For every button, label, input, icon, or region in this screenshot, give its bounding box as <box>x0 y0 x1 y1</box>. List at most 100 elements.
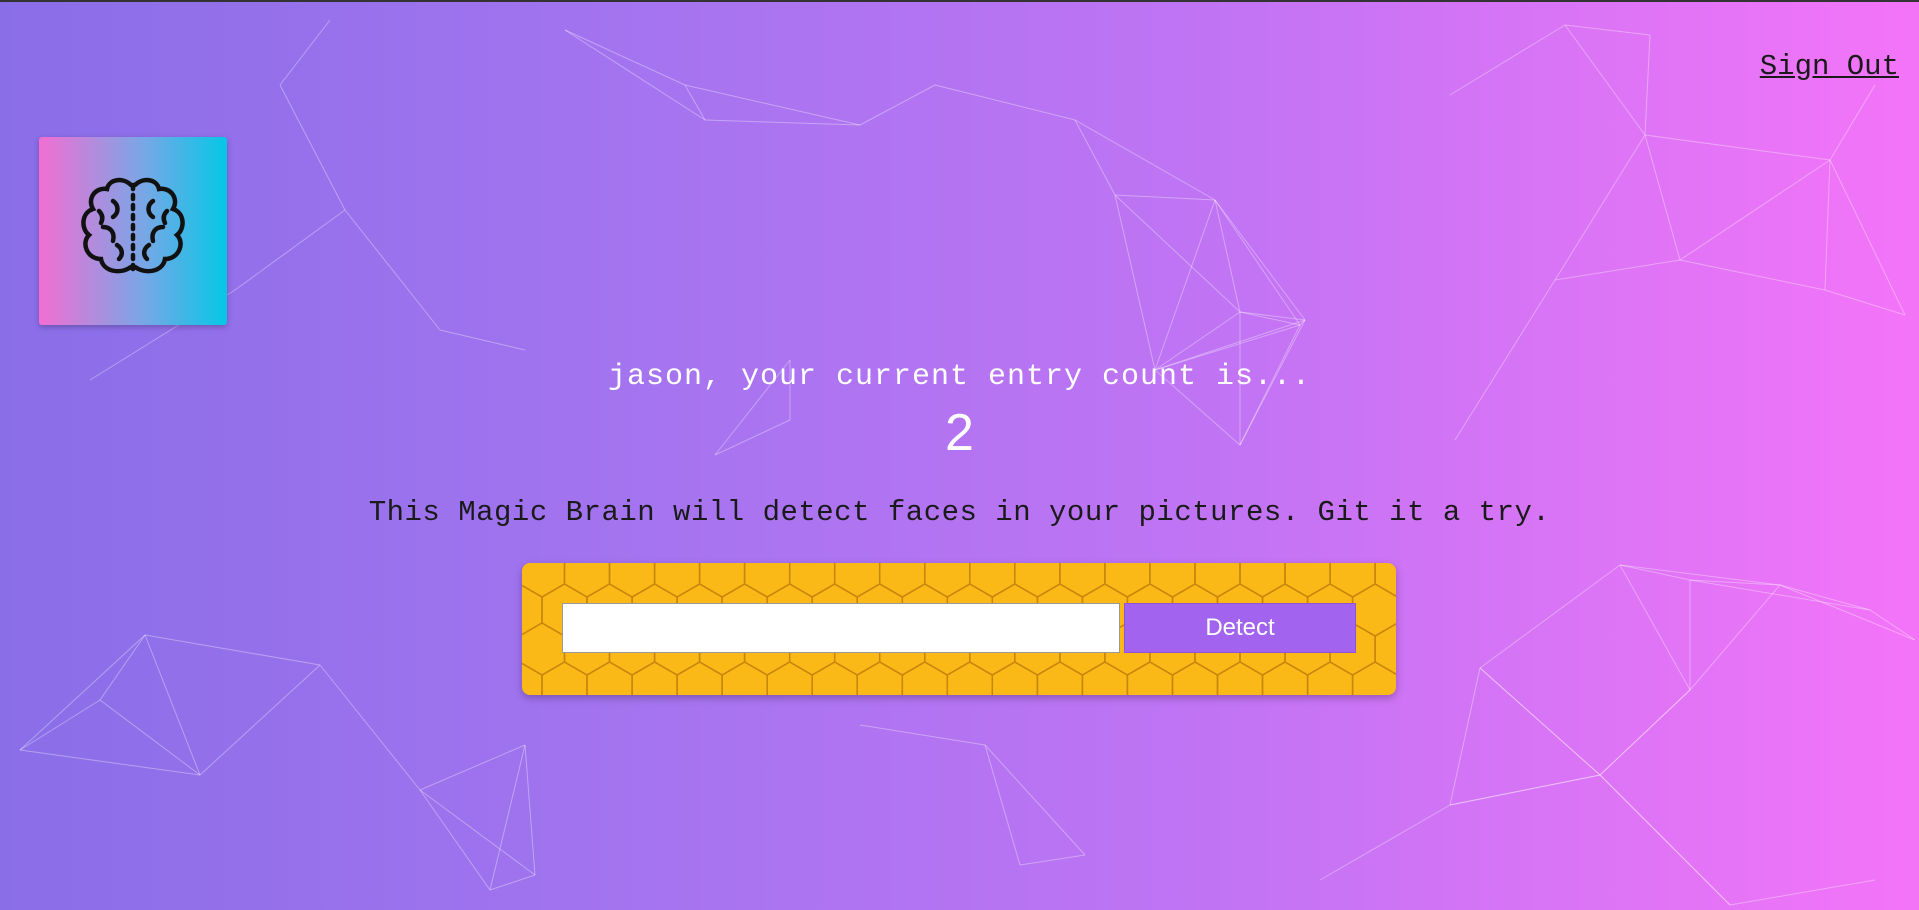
hexagon-cell <box>676 661 723 695</box>
particle-link <box>419 789 491 891</box>
particle-link <box>934 84 1076 121</box>
particle-link <box>1554 134 1646 281</box>
particle-link <box>1449 774 1601 806</box>
particle-link <box>19 699 101 751</box>
particle-link <box>704 119 861 126</box>
particle-link <box>684 84 861 126</box>
hexagon-cell <box>653 563 701 598</box>
particle-link <box>344 209 441 331</box>
hexagon-cell <box>522 662 543 695</box>
particle-link <box>524 744 536 876</box>
hexagon-cell <box>586 661 633 695</box>
particle-link <box>1479 667 1601 776</box>
particle-link <box>234 209 346 291</box>
particle-link <box>1114 194 1156 371</box>
particle-link <box>199 664 321 776</box>
hexagon-cell <box>991 661 1039 695</box>
hexagon-cell <box>1239 563 1286 598</box>
hexagon-cell <box>541 661 588 695</box>
particle-link <box>1554 259 1681 281</box>
hexagon-cell <box>1126 661 1174 695</box>
hexagon-cell <box>788 563 836 598</box>
hexagon-cell <box>946 661 994 695</box>
particle-link <box>319 664 421 791</box>
particle-link <box>1599 689 1691 776</box>
particle-link <box>564 29 686 86</box>
particle-link <box>1114 194 1216 201</box>
brain-icon <box>81 177 185 274</box>
hexagon-cell <box>1216 661 1264 695</box>
hexagon-cell <box>631 661 678 695</box>
hexagon-cell <box>1104 563 1151 598</box>
detect-button[interactable]: Detect <box>1124 603 1356 653</box>
hexagon-cell <box>522 563 566 598</box>
particle-link <box>1689 584 1781 691</box>
particle-link <box>1019 854 1086 866</box>
particle-link <box>19 749 201 776</box>
particle-link <box>1479 564 1621 669</box>
hexagon-cell <box>1081 661 1129 695</box>
particle-link <box>1824 159 1831 291</box>
particle-link <box>684 84 706 121</box>
hexagon-cell <box>1171 661 1219 695</box>
hexagon-cell <box>1284 563 1331 598</box>
particle-link <box>489 874 536 891</box>
hexagon-cell <box>901 661 949 695</box>
hexagon-cell <box>563 563 611 598</box>
particle-link <box>144 634 321 666</box>
particle-link <box>1319 804 1451 881</box>
particle-link <box>489 744 526 891</box>
particle-link <box>1679 259 1826 291</box>
particle-link <box>1644 134 1831 161</box>
particle-link <box>279 84 346 211</box>
particle-link <box>279 19 331 86</box>
particle-link <box>1564 24 1646 136</box>
hexagon-cell <box>1374 563 1396 597</box>
particle-link <box>1214 199 1301 326</box>
particle-link <box>1599 774 1731 906</box>
particle-link <box>984 744 1021 866</box>
hexagon-cell <box>1261 661 1309 695</box>
particle-link <box>419 789 536 876</box>
particle-link <box>564 29 706 121</box>
hexagon-cell <box>743 563 791 598</box>
particle-link <box>1779 584 1916 641</box>
particle-link <box>1114 194 1241 313</box>
particle-link <box>1154 199 1216 371</box>
particle-link <box>1449 667 1481 806</box>
hexagon-cell <box>1351 661 1396 695</box>
logo-tile[interactable] <box>39 137 227 325</box>
particle-link <box>19 634 146 751</box>
particle-link <box>1729 879 1876 906</box>
hexagon-cell <box>1194 563 1241 598</box>
particle-link <box>1829 159 1906 316</box>
sign-out-link[interactable]: Sign Out <box>1760 50 1899 83</box>
particle-link <box>1619 564 1691 691</box>
particle-link <box>439 329 526 351</box>
hexagon-cell <box>608 563 656 598</box>
intro-text: This Magic Brain will detect faces in yo… <box>368 496 1551 529</box>
entry-count-value: 2 <box>945 404 974 462</box>
particle-link <box>1824 289 1906 316</box>
particle-link <box>1869 609 1916 641</box>
hexagon-cell <box>969 563 1016 598</box>
hexagon-cell <box>766 661 813 695</box>
particle-link <box>1449 24 1566 96</box>
particle-link <box>1829 84 1876 161</box>
particle-link <box>419 744 526 791</box>
hexagon-cell <box>856 661 904 695</box>
entry-count-message: jason, your current entry count is... <box>607 360 1312 394</box>
particle-link <box>859 724 986 746</box>
hexagon-cell <box>833 563 881 598</box>
hexagon-cell <box>1329 563 1376 598</box>
hexagon-cell <box>924 563 971 598</box>
image-url-form: Detect <box>522 563 1396 695</box>
particle-link <box>1564 24 1651 36</box>
hexagon-cell <box>1149 563 1196 598</box>
hexagon-cell <box>1059 563 1106 598</box>
hexagon-cell <box>1036 661 1084 695</box>
hexagon-cell <box>698 563 746 598</box>
image-url-input[interactable] <box>562 603 1120 653</box>
hexagon-cell <box>878 563 926 598</box>
hexagon-cell <box>721 661 768 695</box>
